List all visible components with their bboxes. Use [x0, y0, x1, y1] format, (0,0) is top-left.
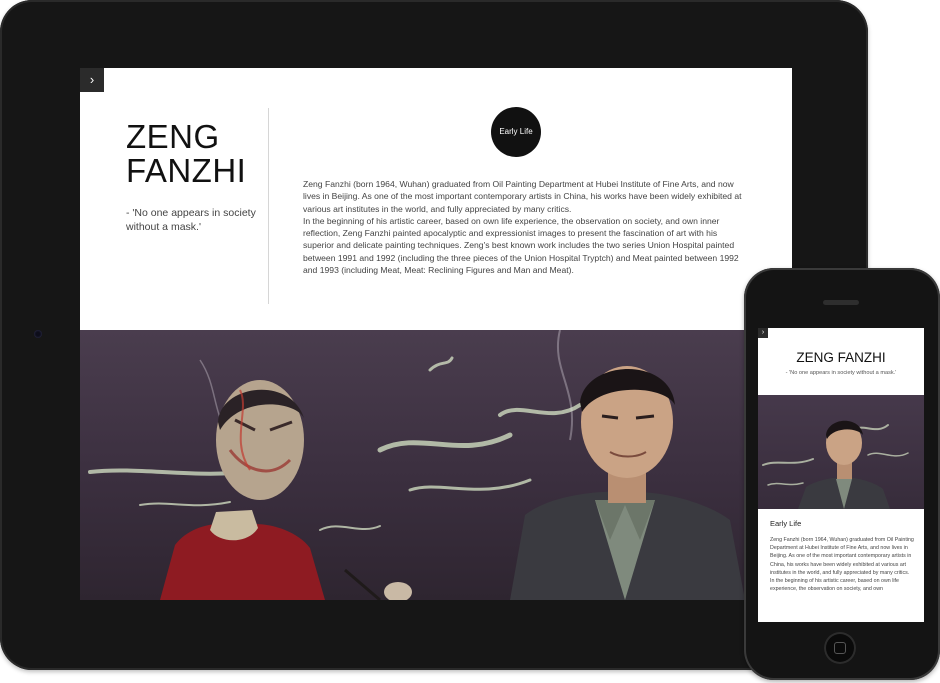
tablet-camera: [34, 330, 42, 338]
artist-name-heading: ZENG FANZHI: [126, 118, 247, 189]
hero-image: [80, 330, 792, 600]
biography-paragraph: Zeng Fanzhi (born 1964, Wuhan) graduated…: [770, 537, 914, 576]
chevron-right-icon: ›: [761, 329, 765, 336]
section-badge-early-life[interactable]: Early Life: [491, 107, 541, 157]
section-heading: Early Life: [770, 519, 802, 528]
biography-text: Zeng Fanzhi (born 1964, Wuhan) graduated…: [303, 178, 743, 276]
biography-paragraph: Zeng Fanzhi (born 1964, Wuhan) graduated…: [303, 179, 742, 214]
hero-photo-artist-with-painting: [762, 420, 909, 509]
phone-screen: › ZENG FANZHI - 'No one appears in socie…: [758, 328, 924, 622]
biography-paragraph: In the beginning of his artistic career,…: [303, 215, 739, 276]
menu-toggle-button[interactable]: ›: [80, 68, 104, 92]
phone-device: › ZENG FANZHI - 'No one appears in socie…: [744, 268, 940, 680]
artist-quote: - 'No one appears in society without a m…: [126, 207, 256, 233]
tablet-screen: › ZENG FANZHI - 'No one appears in socie…: [80, 68, 792, 600]
biography-text: Zeng Fanzhi (born 1964, Wuhan) graduated…: [770, 536, 918, 593]
menu-toggle-button[interactable]: ›: [758, 328, 768, 338]
home-button[interactable]: [824, 632, 856, 664]
phone-speaker: [823, 300, 859, 305]
artist-name-heading: ZENG FANZHI: [796, 350, 886, 365]
chevron-right-icon: ›: [89, 72, 95, 87]
biography-paragraph: In the beginning of his artistic career,…: [770, 578, 899, 593]
tablet-device: › ZENG FANZHI - 'No one appears in socie…: [0, 0, 868, 670]
artist-quote: - 'No one appears in society without a m…: [785, 370, 897, 376]
hero-image: [758, 395, 924, 509]
vertical-divider: [268, 108, 269, 304]
hero-photo-artist-with-painting: [88, 330, 745, 600]
